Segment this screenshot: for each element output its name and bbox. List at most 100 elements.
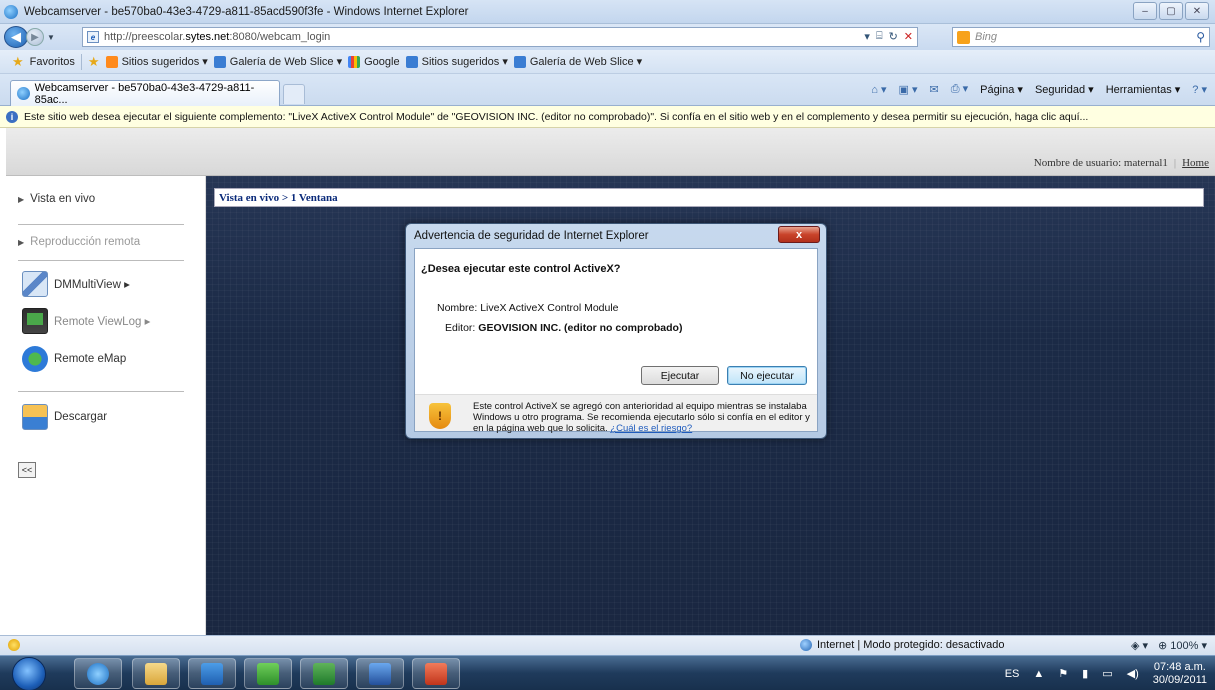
bing-icon [957, 30, 970, 44]
multiview-icon [22, 271, 48, 297]
taskbar-excel[interactable] [300, 658, 348, 689]
favorites-zone-icon[interactable]: ◈ ▾ [1131, 639, 1148, 652]
stop-icon[interactable]: ✕ [904, 30, 913, 43]
sidebar-item-live-view[interactable]: ▶ Vista en vivo [18, 193, 95, 205]
run-button[interactable]: Ejecutar [641, 366, 719, 385]
fav-item-google[interactable]: Google [348, 55, 400, 68]
fav-item-webslice-2[interactable]: Galería de Web Slice ▾ [513, 55, 642, 68]
maximize-button[interactable]: ▢ [1159, 2, 1183, 20]
show-hidden-icons[interactable]: ▲ [1033, 668, 1044, 680]
taskbar-app[interactable] [412, 658, 460, 689]
ie-icon [87, 662, 109, 685]
emap-icon [22, 346, 48, 372]
fav-item-suggested-1[interactable]: Sitios sugeridos ▾ [105, 55, 208, 68]
url-dropdown-icon[interactable]: ▾ [864, 30, 870, 43]
security-menu[interactable]: Seguridad ▾ [1035, 83, 1094, 96]
power-icon[interactable]: ▮ [1082, 667, 1088, 680]
url-input[interactable]: e http://preescolar.sytes.net:8080/webca… [82, 27, 918, 47]
mail-icon[interactable]: ✉ [930, 83, 939, 96]
address-bar: ◀ ▶ ▼ e http://preescolar.sytes.net:8080… [0, 24, 1215, 50]
forward-button[interactable]: ▶ [26, 28, 44, 46]
search-input[interactable]: Bing ⚲ [952, 27, 1210, 47]
back-button[interactable]: ◀ [4, 26, 28, 48]
caret-right-icon: ▶ [18, 237, 25, 247]
feeds-icon[interactable]: ▣ ▾ [899, 83, 918, 96]
print-icon[interactable]: ⎙ ▾ [951, 82, 968, 96]
start-button[interactable] [12, 657, 46, 690]
close-window-button[interactable]: ✕ [1185, 2, 1209, 20]
clock[interactable]: 07:48 a.m. 30/09/2011 [1153, 661, 1207, 687]
sidebar-item-remote-playback[interactable]: ▶ Reproducción remota [18, 236, 140, 248]
volume-icon[interactable]: ◀) [1127, 667, 1139, 680]
media-player-icon [201, 662, 223, 685]
viewlog-icon [22, 308, 48, 334]
favorites-star-icon[interactable]: ★ [12, 54, 24, 70]
activex-security-dialog: Advertencia de seguridad de Internet Exp… [405, 223, 827, 439]
dialog-body: ¿Desea ejecutar este control ActiveX? No… [414, 248, 818, 434]
compatibility-icon[interactable]: ⌸ [876, 30, 883, 43]
internet-zone-icon [800, 639, 812, 651]
language-indicator[interactable]: ES [1005, 668, 1020, 680]
sidebar: ▶ Vista en vivo ▶ Reproducción remota DM… [6, 176, 206, 635]
favorites-button[interactable]: Favoritos [30, 56, 75, 68]
taskbar-ie[interactable] [74, 658, 122, 689]
refresh-icon[interactable]: ↻ [889, 30, 898, 43]
ie-page-icon [513, 55, 526, 68]
tools-menu[interactable]: Herramientas ▾ [1106, 83, 1181, 96]
info-icon: i [6, 110, 18, 123]
google-icon [348, 55, 361, 68]
history-dropdown-icon[interactable]: ▼ [47, 33, 55, 42]
zoom-level[interactable]: ⊕ 100% ▾ [1158, 639, 1207, 652]
taskbar-network[interactable] [356, 658, 404, 689]
sidebar-item-remote-emap[interactable]: Remote eMap [22, 346, 126, 372]
breadcrumb: Vista en vivo > 1 Ventana [214, 188, 1204, 207]
minimize-button[interactable]: – [1133, 2, 1157, 20]
ie-page-icon [405, 55, 418, 68]
command-bar: ⌂ ▾ ▣ ▾ ✉ ⎙ ▾ Página ▾ Seguridad ▾ Herra… [871, 82, 1207, 96]
dont-run-button[interactable]: No ejecutar [727, 366, 807, 385]
warning-text: Este control ActiveX se agregó con anter… [473, 401, 810, 434]
user-line: Nombre de usuario: maternal1 | Home [1033, 157, 1209, 169]
flag-icon[interactable]: ⚑ [1058, 667, 1068, 680]
dialog-warning-panel: ! Este control ActiveX se agregó con ant… [415, 394, 817, 434]
collapse-sidebar-button[interactable]: << [18, 462, 36, 478]
new-tab-button[interactable] [283, 84, 305, 104]
dialog-close-button[interactable]: x [778, 226, 820, 243]
divider [80, 53, 82, 70]
taskbar-messenger[interactable] [244, 658, 292, 689]
title-bar: Webcamserver - be570ba0-43e3-4729-a811-8… [0, 0, 1215, 24]
sidebar-item-dmmultiview[interactable]: DMMultiView ▸ [22, 271, 130, 297]
tab-webcamserver[interactable]: Webcamserver - be570ba0-43e3-4729-a811-8… [10, 80, 280, 106]
information-bar[interactable]: i Este sitio web desea ejecutar el sigui… [0, 106, 1215, 128]
tab-label: Webcamserver - be570ba0-43e3-4729-a811-8… [34, 81, 255, 106]
fav-item-webslice-1[interactable]: Galería de Web Slice ▾ [213, 55, 342, 68]
page-header: Nombre de usuario: maternal1 | Home [6, 128, 1215, 176]
publisher-label: Editor: [445, 322, 476, 334]
help-icon[interactable]: ? ▾ [1192, 83, 1207, 96]
publisher-row: Editor: GEOVISION INC. (editor no compro… [445, 322, 682, 334]
fav-item-suggested-2[interactable]: Sitios sugeridos ▾ [405, 55, 508, 68]
dialog-title: Advertencia de seguridad de Internet Exp… [414, 230, 649, 242]
risk-link[interactable]: ¿Cuál es el riesgo? [610, 423, 692, 434]
security-zone[interactable]: Internet | Modo protegido: desactivado [800, 639, 1005, 651]
add-favorite-icon[interactable]: ★ [88, 54, 100, 70]
taskbar-explorer[interactable] [132, 658, 180, 689]
messenger-icon [257, 662, 279, 685]
name-label: Nombre: [437, 302, 478, 314]
divider [18, 260, 184, 261]
taskbar: ES ▲ ⚑ ▮ ▭ ◀) 07:48 a.m. 30/09/2011 [0, 655, 1215, 690]
system-tray: ES ▲ ⚑ ▮ ▭ ◀) 07:48 a.m. 30/09/2011 [1005, 656, 1207, 690]
sidebar-item-remote-viewlog[interactable]: Remote ViewLog ▸ [22, 308, 150, 334]
search-icon[interactable]: ⚲ [1196, 30, 1205, 44]
sidebar-item-download[interactable]: Descargar [22, 404, 107, 430]
home-link[interactable]: Home [1182, 157, 1209, 169]
username-label: Nombre de usuario: maternal1 [1033, 157, 1168, 169]
network-tray-icon[interactable]: ▭ [1102, 667, 1112, 680]
window-title: Webcamserver - be570ba0-43e3-4729-a811-8… [24, 5, 469, 18]
taskbar-media[interactable] [188, 658, 236, 689]
name-row: Nombre: LiveX ActiveX Control Module [437, 302, 619, 314]
caret-right-icon: ▶ [18, 194, 25, 204]
home-icon[interactable]: ⌂ ▾ [871, 83, 886, 96]
suggested-sites-icon [105, 55, 118, 68]
page-menu[interactable]: Página ▾ [980, 83, 1023, 96]
